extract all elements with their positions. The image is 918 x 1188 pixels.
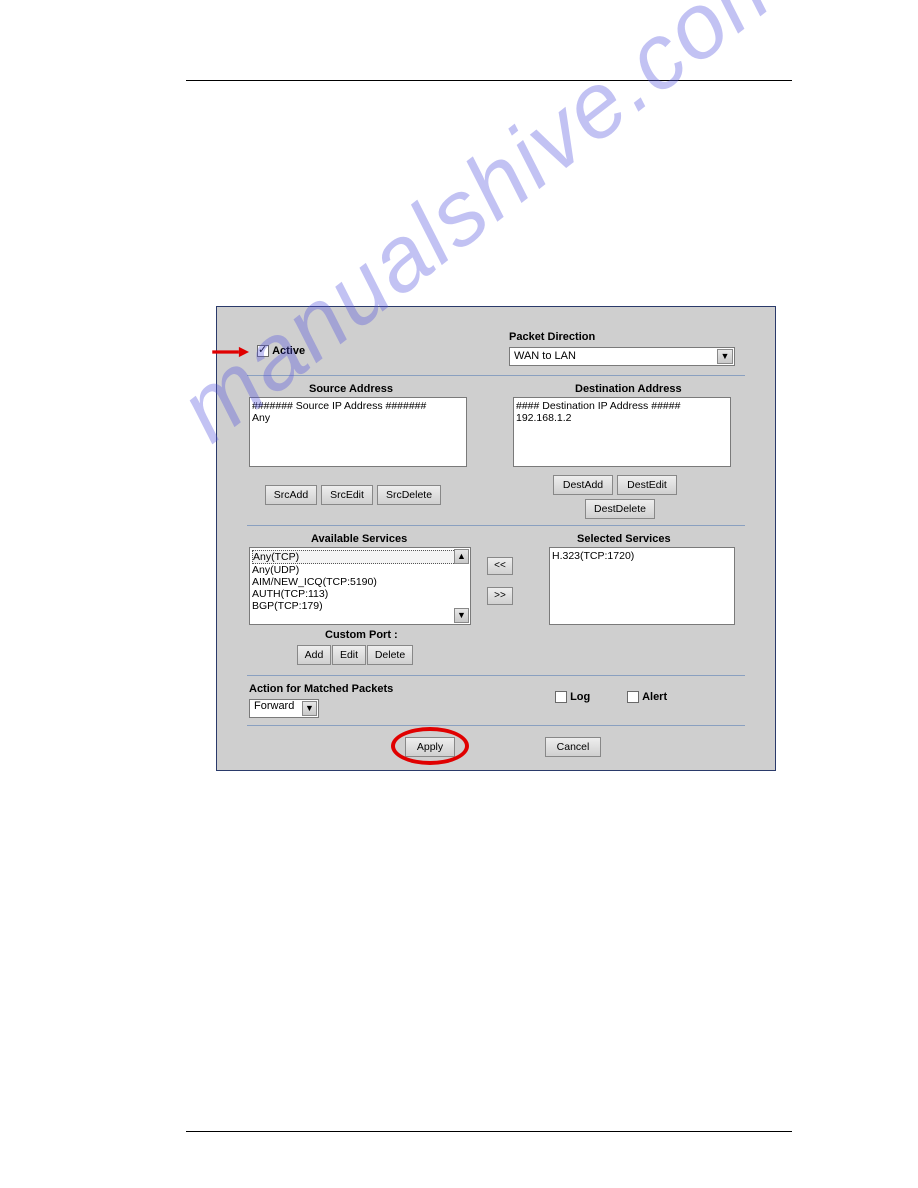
active-row: Active <box>257 345 305 357</box>
dest-edit-button[interactable]: DestEdit <box>617 475 677 495</box>
destination-address-list[interactable]: #### Destination IP Address ##### 192.16… <box>513 397 731 467</box>
log-row: Log <box>555 691 590 703</box>
list-item: Any(TCP) <box>252 550 468 564</box>
custom-port-edit-button[interactable]: Edit <box>332 645 366 665</box>
chevron-down-icon[interactable]: ▼ <box>717 349 733 364</box>
destination-address-title: Destination Address <box>575 383 682 395</box>
chevron-down-icon[interactable]: ▼ <box>302 701 317 716</box>
alert-checkbox[interactable] <box>627 691 639 703</box>
src-delete-button[interactable]: SrcDelete <box>377 485 441 505</box>
scroll-up-icon[interactable]: ▲ <box>454 549 469 564</box>
packet-direction-select[interactable]: WAN to LAN ▼ <box>509 347 735 366</box>
alert-label: Alert <box>642 691 667 703</box>
selected-services-title: Selected Services <box>577 533 671 545</box>
log-checkbox[interactable] <box>555 691 567 703</box>
apply-button[interactable]: Apply <box>405 737 455 757</box>
scroll-down-icon[interactable]: ▼ <box>454 608 469 623</box>
cancel-button[interactable]: Cancel <box>545 737 601 757</box>
move-right-button[interactable]: >> <box>487 587 513 605</box>
list-item: Any <box>252 412 464 424</box>
available-services-title: Available Services <box>311 533 407 545</box>
action-value: Forward <box>250 698 298 714</box>
log-label: Log <box>570 691 590 703</box>
dest-add-button[interactable]: DestAdd <box>553 475 613 495</box>
list-item: AUTH(TCP:113) <box>252 588 468 600</box>
source-address-list[interactable]: ####### Source IP Address ####### Any <box>249 397 467 467</box>
packet-direction-value: WAN to LAN <box>510 348 580 364</box>
action-label: Action for Matched Packets <box>249 683 393 695</box>
custom-port-label: Custom Port : <box>325 629 398 641</box>
firewall-rule-panel: Active Packet Direction WAN to LAN ▼ Sou… <box>216 306 776 771</box>
list-item: 192.168.1.2 <box>516 412 728 424</box>
action-select[interactable]: Forward ▼ <box>249 699 319 718</box>
list-item: Any(UDP) <box>252 564 468 576</box>
selected-services-list[interactable]: H.323(TCP:1720) <box>549 547 735 625</box>
dest-delete-button[interactable]: DestDelete <box>585 499 655 519</box>
list-item: #### Destination IP Address ##### <box>516 400 728 412</box>
list-item: H.323(TCP:1720) <box>552 550 732 562</box>
packet-direction-label: Packet Direction <box>509 331 595 343</box>
active-checkbox[interactable] <box>257 345 269 357</box>
source-address-title: Source Address <box>309 383 393 395</box>
custom-port-add-button[interactable]: Add <box>297 645 331 665</box>
src-add-button[interactable]: SrcAdd <box>265 485 317 505</box>
list-item: BGP(TCP:179) <box>252 600 468 612</box>
src-edit-button[interactable]: SrcEdit <box>321 485 373 505</box>
list-item: AIM/NEW_ICQ(TCP:5190) <box>252 576 468 588</box>
available-services-list[interactable]: Any(TCP) Any(UDP) AIM/NEW_ICQ(TCP:5190) … <box>249 547 471 625</box>
move-left-button[interactable]: << <box>487 557 513 575</box>
alert-row: Alert <box>627 691 667 703</box>
list-item: ####### Source IP Address ####### <box>252 400 464 412</box>
active-label: Active <box>272 345 305 357</box>
custom-port-delete-button[interactable]: Delete <box>367 645 413 665</box>
